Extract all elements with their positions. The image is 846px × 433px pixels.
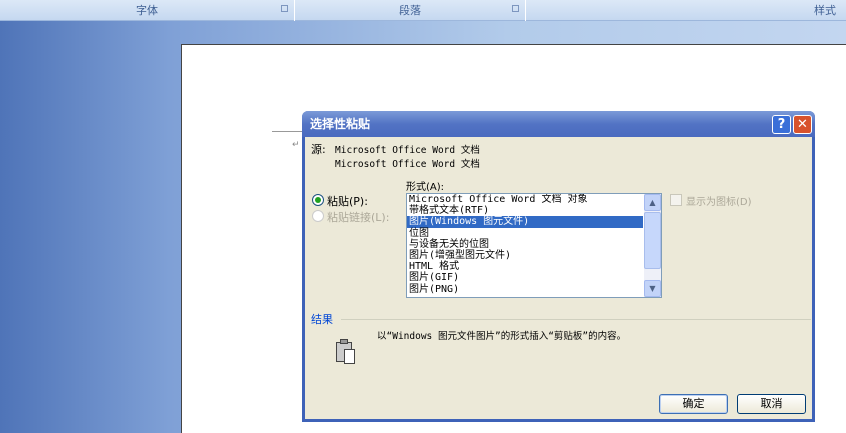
list-item[interactable]: 与设备无关的位图 xyxy=(407,239,661,250)
paste-special-dialog: 选择性粘贴 ? ✕ 源: Microsoft Office Word 文档 Mi… xyxy=(302,111,815,422)
source-line: Microsoft Office Word 文档 xyxy=(335,159,480,170)
ribbon-group-styles: 样式 xyxy=(526,0,846,21)
list-item[interactable]: 图片(增强型图元文件) xyxy=(407,250,661,261)
list-item[interactable]: Microsoft Office Word 文档 对象 xyxy=(407,194,661,205)
group-label: 字体 xyxy=(136,4,158,17)
scrollbar[interactable]: ▲ ▼ xyxy=(644,194,661,297)
scroll-down-icon[interactable]: ▼ xyxy=(644,280,661,297)
list-item[interactable]: 图片(PNG) xyxy=(407,284,661,295)
source-label: 源: xyxy=(311,143,326,156)
ribbon: 字体 段落 样式 xyxy=(0,0,846,21)
scroll-thumb[interactable] xyxy=(644,212,661,269)
list-item[interactable]: HTML 格式 xyxy=(407,261,661,272)
result-text: 以“Windows 图元文件图片”的形式插入“剪贴板”的内容。 xyxy=(377,331,627,342)
dialog-launcher-icon[interactable] xyxy=(512,5,519,12)
format-listbox[interactable]: Microsoft Office Word 文档 对象 带格式文本(RTF) 图… xyxy=(406,193,662,298)
display-icon-label: 显示为图标(D) xyxy=(686,197,752,208)
dialog-launcher-icon[interactable] xyxy=(281,5,288,12)
dialog-titlebar[interactable]: 选择性粘贴 ? ✕ xyxy=(302,111,815,137)
ok-button[interactable]: 确定 xyxy=(659,394,728,414)
paste-link-label: 粘贴链接(L): xyxy=(327,211,390,224)
list-item[interactable]: 带格式文本(RTF) xyxy=(407,205,661,216)
divider xyxy=(341,319,811,320)
paste-link-radio[interactable] xyxy=(312,210,324,222)
margin-mark xyxy=(272,131,302,132)
paragraph-mark-icon: ↵ xyxy=(292,140,300,150)
list-item-selected[interactable]: 图片(Windows 图元文件) xyxy=(407,216,643,228)
help-button[interactable]: ? xyxy=(772,115,791,134)
clipboard-icon xyxy=(336,339,358,365)
result-label: 结果 xyxy=(311,313,333,326)
ribbon-group-font: 字体 xyxy=(0,0,295,21)
scroll-up-icon[interactable]: ▲ xyxy=(644,194,661,211)
paste-radio[interactable] xyxy=(312,194,324,206)
display-icon-checkbox[interactable] xyxy=(670,194,682,206)
cancel-button[interactable]: 取消 xyxy=(737,394,806,414)
list-item[interactable]: 图片(GIF) xyxy=(407,272,661,283)
list-item[interactable]: 位图 xyxy=(407,228,661,239)
format-label: 形式(A): xyxy=(406,182,445,193)
group-label: 样式 xyxy=(814,4,836,17)
ribbon-group-paragraph: 段落 xyxy=(295,0,526,21)
group-label: 段落 xyxy=(399,4,421,17)
source-line: Microsoft Office Word 文档 xyxy=(335,145,480,156)
paste-label: 粘贴(P): xyxy=(327,195,368,208)
close-button[interactable]: ✕ xyxy=(793,115,812,134)
dialog-title: 选择性粘贴 xyxy=(310,117,371,131)
